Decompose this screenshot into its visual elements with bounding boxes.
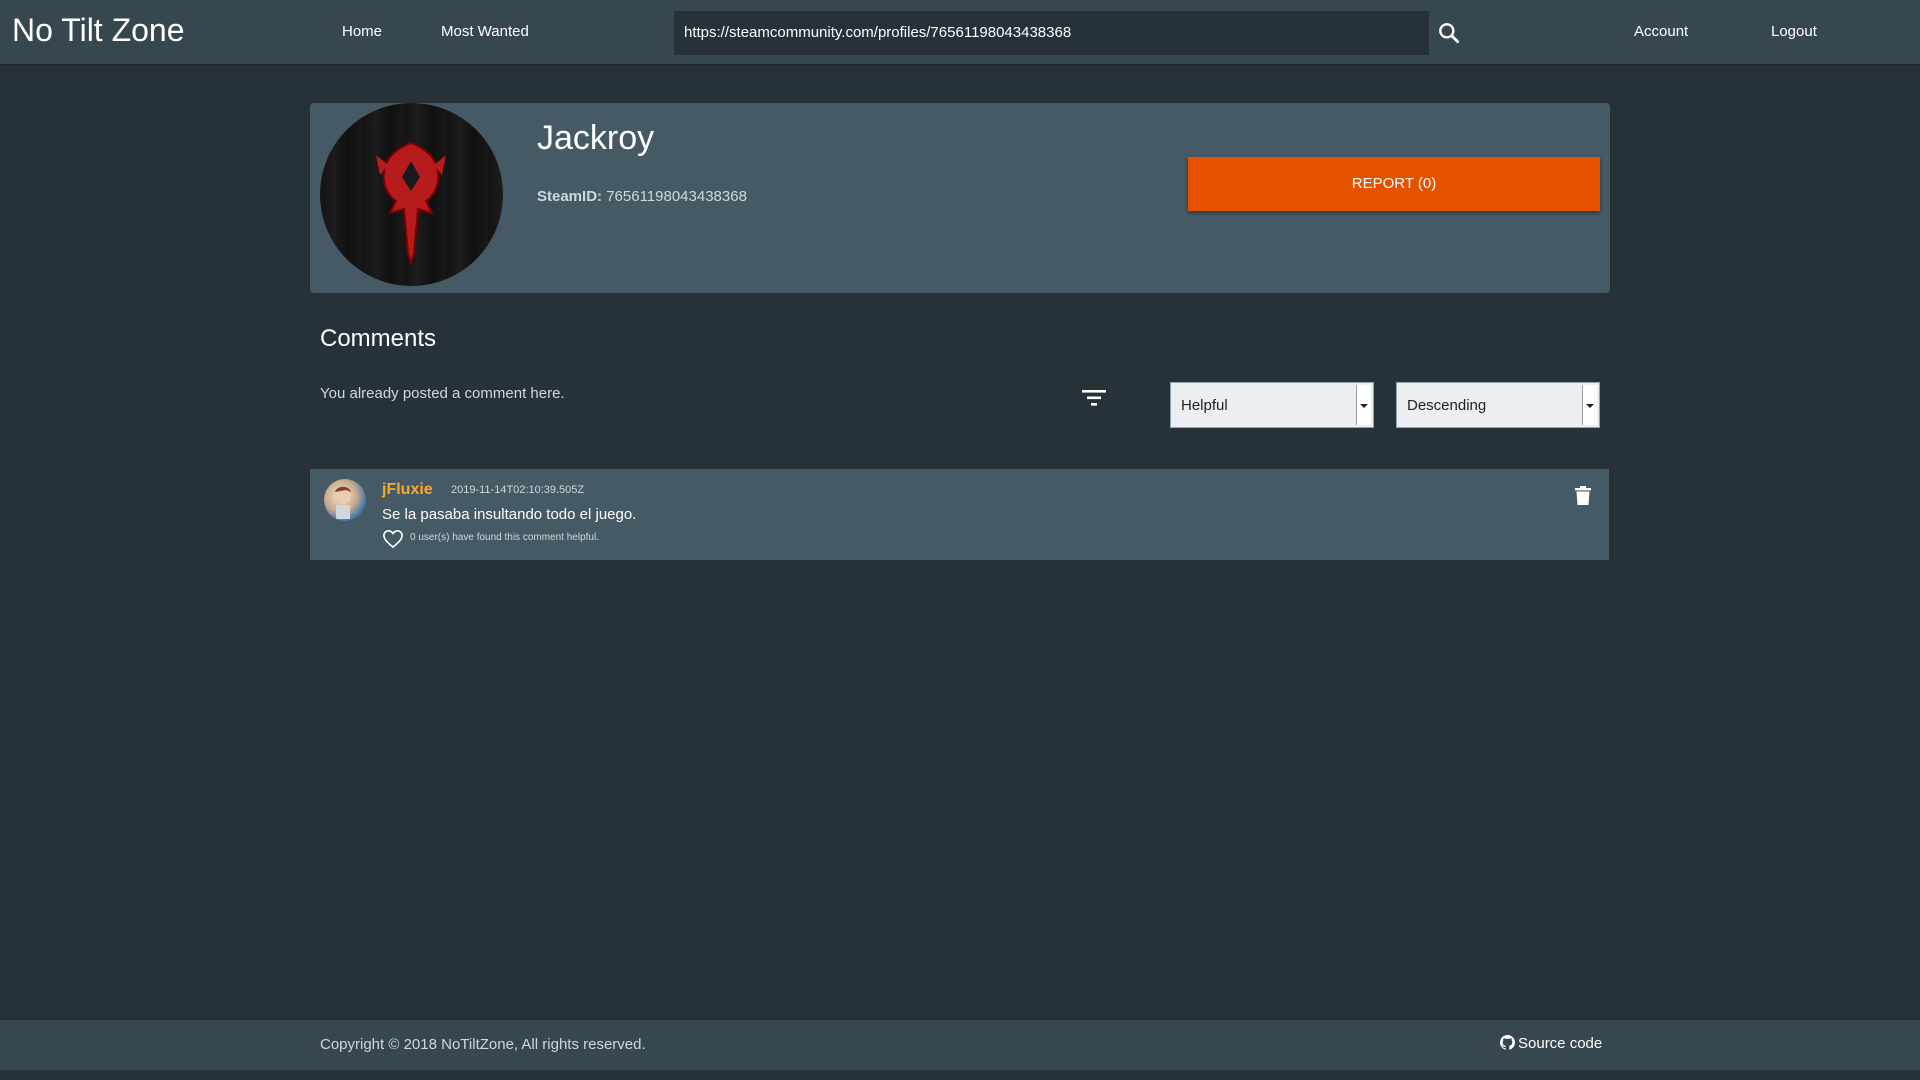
helpful-button[interactable]	[382, 529, 404, 549]
comment-date: 2019-11-14T02:10:39.505Z	[451, 484, 585, 496]
profile-search-input[interactable]	[674, 11, 1429, 55]
comment-item: jFluxie 2019-11-14T02:10:39.505Z Se la p…	[310, 469, 1609, 560]
bottom-strip	[0, 1070, 1920, 1080]
nav-account[interactable]: Account	[1634, 23, 1688, 40]
profile-card: Jackroy SteamID: 76561198043438368 REPOR…	[310, 103, 1610, 293]
comments-title: Comments	[320, 325, 437, 352]
page-footer: Copyright © 2018 NoTiltZone, All rights …	[0, 1020, 1920, 1070]
sort-by-select[interactable]: Helpful	[1170, 382, 1374, 428]
heart-icon	[383, 529, 403, 549]
github-icon	[1500, 1035, 1515, 1050]
site-brand[interactable]: No Tilt Zone	[12, 12, 185, 49]
steamid-label: SteamID:	[537, 188, 603, 205]
nav-most-wanted[interactable]: Most Wanted	[441, 23, 529, 40]
report-button[interactable]: REPORT (0)	[1188, 157, 1600, 211]
profile-name: Jackroy	[537, 119, 655, 157]
order-select[interactable]: Descending	[1396, 382, 1600, 428]
delete-comment-button[interactable]	[1574, 486, 1592, 506]
already-posted-notice: You already posted a comment here.	[320, 385, 565, 402]
comment-author[interactable]: jFluxie	[382, 481, 433, 499]
source-code-link[interactable]: Source code	[1500, 1035, 1602, 1052]
horde-emblem-icon	[376, 141, 446, 267]
source-code-label: Source code	[1518, 1035, 1603, 1052]
comment-author-avatar[interactable]	[324, 479, 366, 521]
chevron-down-icon	[1356, 385, 1371, 425]
profile-avatar	[320, 103, 503, 286]
steamid-row: SteamID: 76561198043438368	[537, 188, 747, 205]
trash-icon	[1575, 486, 1591, 505]
top-navbar: No Tilt Zone Home Most Wanted Account Lo…	[0, 0, 1920, 65]
nav-home[interactable]: Home	[342, 23, 382, 40]
search-button[interactable]	[1436, 20, 1462, 46]
search-icon	[1439, 23, 1460, 44]
filter-icon[interactable]	[1081, 388, 1107, 408]
chevron-down-icon	[1582, 385, 1597, 425]
copyright-text: Copyright © 2018 NoTiltZone, All rights …	[320, 1036, 646, 1053]
nav-logout[interactable]: Logout	[1771, 23, 1817, 40]
helpful-count-text: 0 user(s) have found this comment helpfu…	[410, 532, 599, 543]
sort-by-value: Helpful	[1181, 397, 1228, 414]
steamid-value: 76561198043438368	[606, 188, 747, 205]
comment-text: Se la pasaba insultando todo el juego.	[382, 506, 637, 523]
order-value: Descending	[1407, 397, 1487, 414]
